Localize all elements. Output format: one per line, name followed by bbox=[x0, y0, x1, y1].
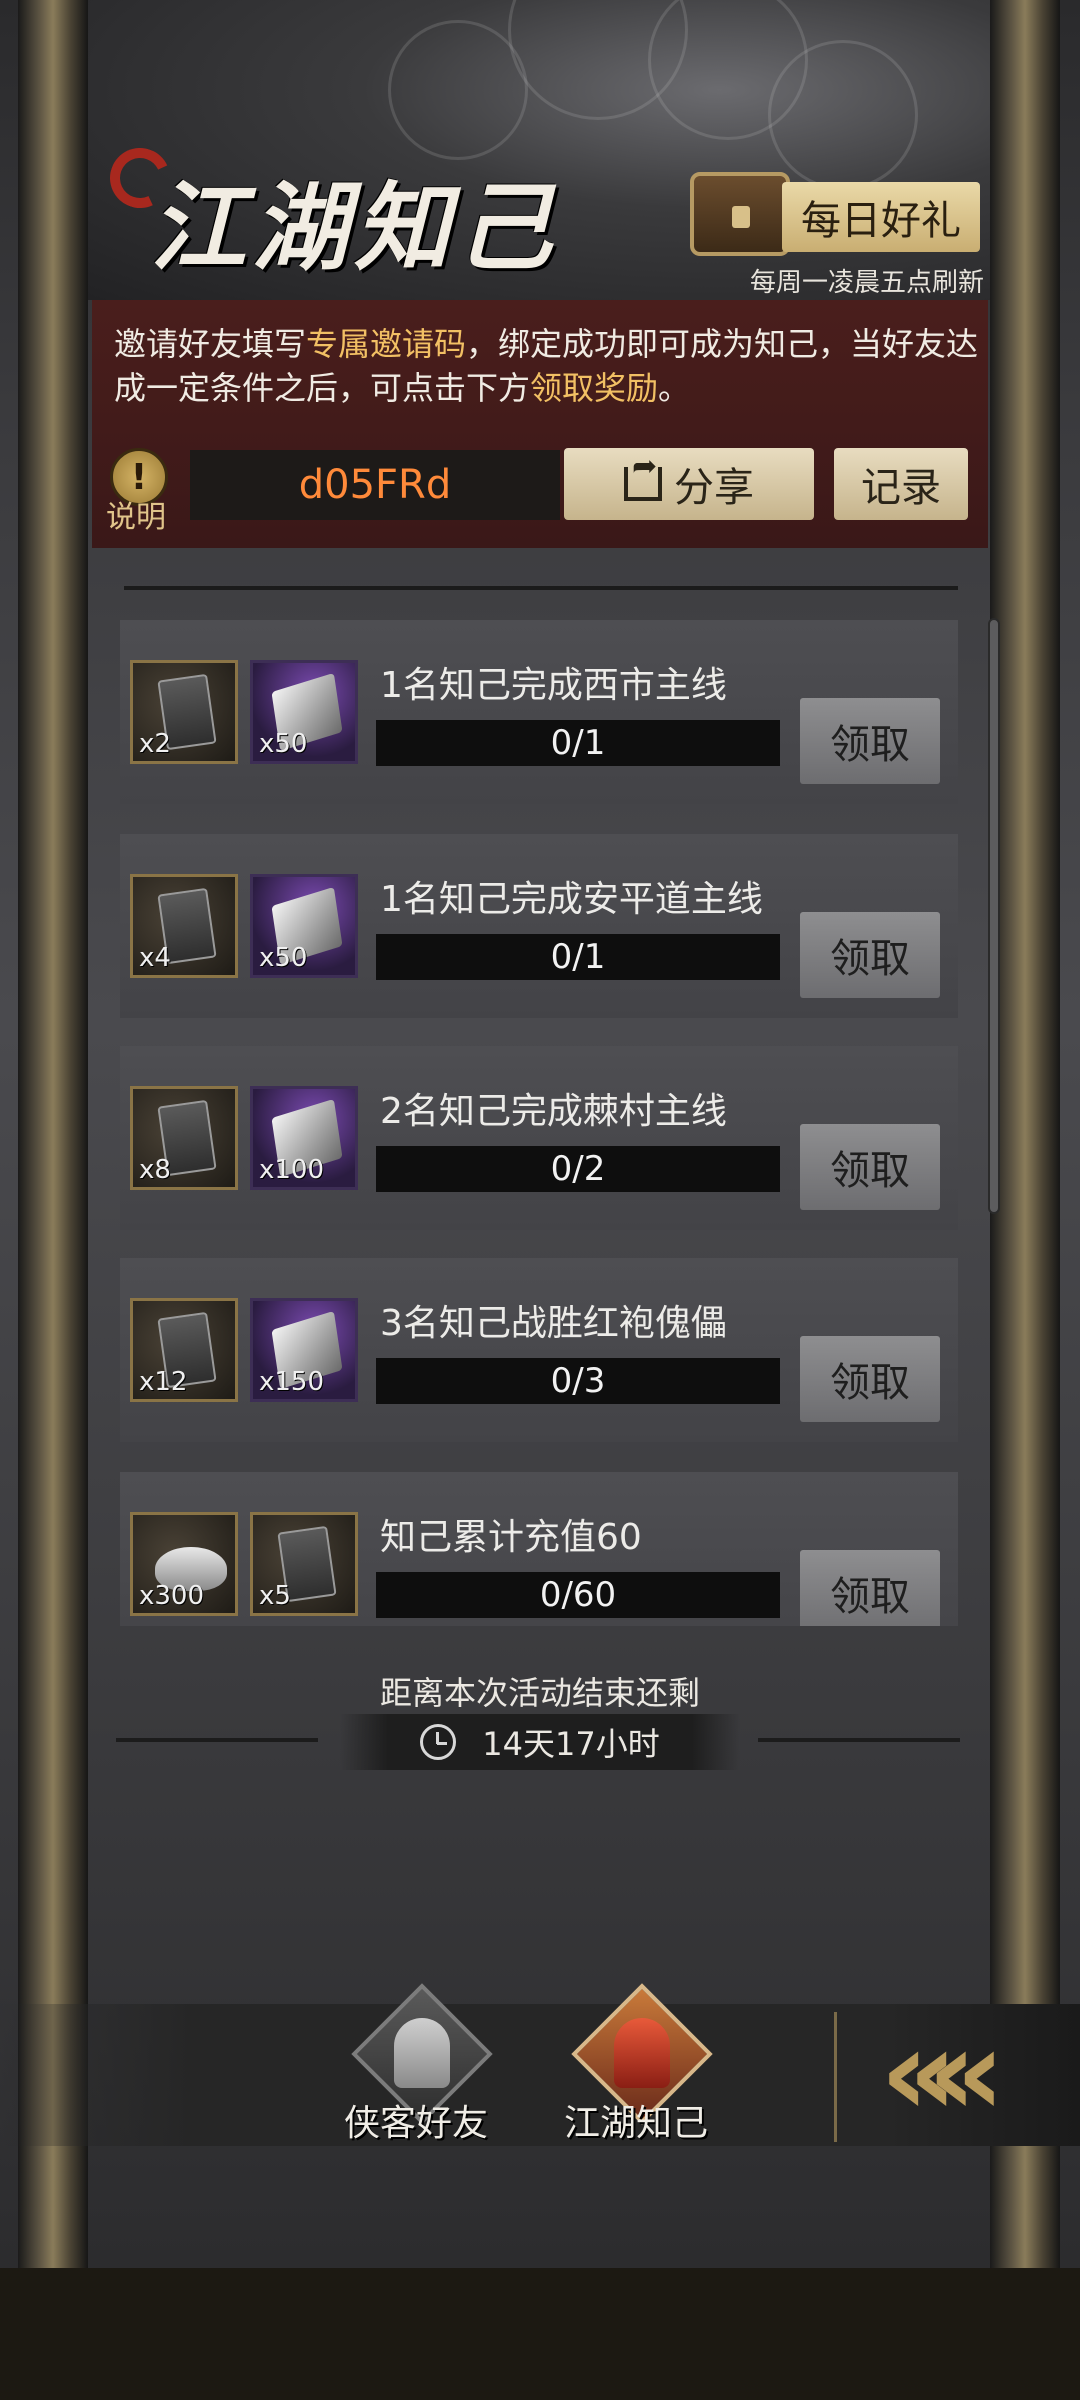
reward-item[interactable]: x100 bbox=[250, 1086, 358, 1190]
claim-button[interactable]: 领取 bbox=[800, 912, 940, 998]
invite-highlight-code: 专属邀请码 bbox=[306, 325, 467, 363]
share-icon bbox=[624, 449, 662, 501]
task-progress: 0/60 bbox=[376, 1572, 780, 1618]
tab-label: 江湖知己 bbox=[563, 2103, 708, 2144]
task-title: 2名知己完成棘村主线 bbox=[380, 1091, 727, 1132]
invite-highlight-reward: 领取奖励 bbox=[530, 369, 659, 407]
nav-separator bbox=[834, 2012, 837, 2142]
swordsman-icon bbox=[394, 2018, 450, 2088]
task-list[interactable]: x2 x50 1名知己完成西市主线 0/1 领取 x4 x50 1名知己完成安平… bbox=[120, 620, 958, 1626]
reward-item[interactable]: x50 bbox=[250, 874, 358, 978]
daily-gift-button[interactable]: 每日好礼 bbox=[782, 182, 980, 252]
item-qty: x100 bbox=[259, 1155, 325, 1185]
invite-code: d05FRd bbox=[190, 450, 560, 520]
app-screen: 江湖知己 每日好礼 每周一凌晨五点刷新 邀请好友填写专属邀请码，绑定成功即可成为… bbox=[0, 0, 1080, 2268]
claim-button[interactable]: 领取 bbox=[800, 1550, 940, 1626]
item-qty: x8 bbox=[139, 1155, 171, 1185]
reward-item[interactable]: x50 bbox=[250, 660, 358, 764]
refresh-note: 每周一凌晨五点刷新 bbox=[750, 268, 985, 298]
share-button[interactable]: 分享 bbox=[564, 448, 814, 520]
task-title: 1名知己完成安平道主线 bbox=[380, 879, 763, 920]
divider bbox=[124, 586, 958, 590]
item-qty: x300 bbox=[139, 1581, 205, 1611]
task-row: x8 x100 2名知己完成棘村主线 0/2 领取 bbox=[120, 1046, 958, 1230]
left-frame-pillar bbox=[18, 0, 88, 2268]
tab-friends[interactable]: 侠客好友 bbox=[336, 1983, 496, 2154]
task-title: 知己累计充值60 bbox=[380, 1517, 642, 1558]
treasure-chest-icon[interactable] bbox=[690, 172, 790, 256]
invite-panel: 邀请好友填写专属邀请码，绑定成功即可成为知己，当好友达成一定条件之后，可点击下方… bbox=[92, 300, 988, 548]
task-progress: 0/2 bbox=[376, 1146, 780, 1192]
heroine-icon bbox=[614, 2018, 670, 2088]
task-row: x12 x150 3名知己战胜红袍傀儡 0/3 领取 bbox=[120, 1258, 958, 1442]
share-label: 分享 bbox=[674, 465, 754, 511]
task-row: x300 x5 知己累计充值60 0/60 领取 bbox=[120, 1472, 958, 1626]
reward-item[interactable]: x5 bbox=[250, 1512, 358, 1616]
double-chevron-left-icon[interactable]: «« bbox=[880, 2014, 1030, 2134]
divider bbox=[116, 1738, 318, 1742]
reward-item[interactable]: x300 bbox=[130, 1512, 238, 1616]
item-qty: x4 bbox=[139, 943, 171, 973]
tab-label: 侠客好友 bbox=[343, 2103, 488, 2144]
task-progress: 0/1 bbox=[376, 720, 780, 766]
task-progress: 0/3 bbox=[376, 1358, 780, 1404]
item-qty: x2 bbox=[139, 729, 171, 759]
task-title: 3名知己战胜红袍傀儡 bbox=[380, 1303, 727, 1344]
item-qty: x50 bbox=[259, 729, 308, 759]
task-row: x2 x50 1名知己完成西市主线 0/1 领取 bbox=[120, 620, 958, 804]
divider bbox=[758, 1738, 960, 1742]
countdown-label: 距离本次活动结束还剩 bbox=[379, 1674, 700, 1712]
scrollbar[interactable] bbox=[988, 618, 1000, 1214]
record-button[interactable]: 记录 bbox=[834, 448, 968, 520]
task-progress: 0/1 bbox=[376, 934, 780, 980]
countdown-time: 14天17小时 bbox=[482, 1725, 660, 1763]
reward-item[interactable]: x150 bbox=[250, 1298, 358, 1402]
help-label[interactable]: 说明 bbox=[106, 492, 166, 536]
claim-button[interactable]: 领取 bbox=[800, 1336, 940, 1422]
claim-button[interactable]: 领取 bbox=[800, 1124, 940, 1210]
invite-text-1: 邀请好友填写 bbox=[114, 325, 307, 363]
task-row: x4 x50 1名知己完成安平道主线 0/1 领取 bbox=[120, 834, 958, 1018]
invite-text-3: 。 bbox=[658, 369, 691, 407]
reward-item[interactable]: x4 bbox=[130, 874, 238, 978]
clock-icon bbox=[420, 1724, 457, 1760]
reward-item[interactable]: x8 bbox=[130, 1086, 238, 1190]
task-title: 1名知己完成西市主线 bbox=[380, 665, 727, 706]
item-qty: x150 bbox=[259, 1367, 325, 1397]
item-qty: x5 bbox=[259, 1581, 291, 1611]
item-qty: x12 bbox=[139, 1367, 188, 1397]
bottom-strip bbox=[0, 2268, 1080, 2400]
claim-button[interactable]: 领取 bbox=[800, 698, 940, 784]
reward-item[interactable]: x2 bbox=[130, 660, 238, 764]
reward-item[interactable]: x12 bbox=[130, 1298, 238, 1402]
invite-description: 邀请好友填写专属邀请码，绑定成功即可成为知己，当好友达成一定条件之后，可点击下方… bbox=[114, 322, 994, 410]
countdown-timer: 14天17小时 bbox=[340, 1714, 740, 1770]
right-frame-pillar bbox=[990, 0, 1060, 2268]
page-title: 江湖知己 bbox=[150, 171, 558, 284]
tab-confidants[interactable]: 江湖知己 bbox=[556, 1983, 716, 2154]
item-qty: x50 bbox=[259, 943, 308, 973]
